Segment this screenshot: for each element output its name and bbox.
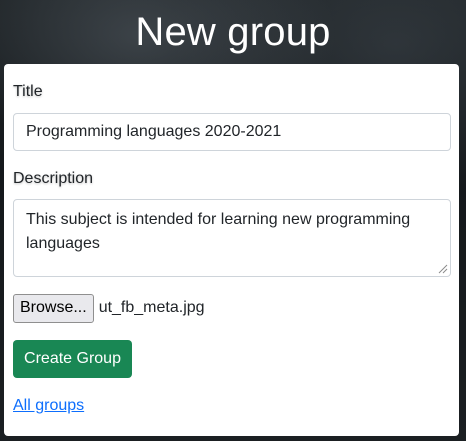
all-groups-link[interactable]: All groups [13, 397, 84, 415]
browse-button[interactable]: Browse... [13, 293, 94, 323]
file-upload: Browse... ut_fb_meta.jpg [13, 293, 205, 323]
page-title: New group [135, 10, 331, 54]
create-group-button[interactable]: Create Group [13, 340, 132, 378]
description-textarea[interactable]: This subject is intended for learning ne… [13, 199, 451, 277]
title-label: Title [13, 83, 43, 100]
description-label: Description [13, 170, 94, 187]
resize-grip-icon[interactable] [438, 264, 448, 274]
selected-file-name: ut_fb_meta.jpg [98, 299, 205, 316]
new-group-form-card: Title Description This subject is intend… [4, 64, 459, 436]
title-input[interactable] [13, 113, 451, 151]
